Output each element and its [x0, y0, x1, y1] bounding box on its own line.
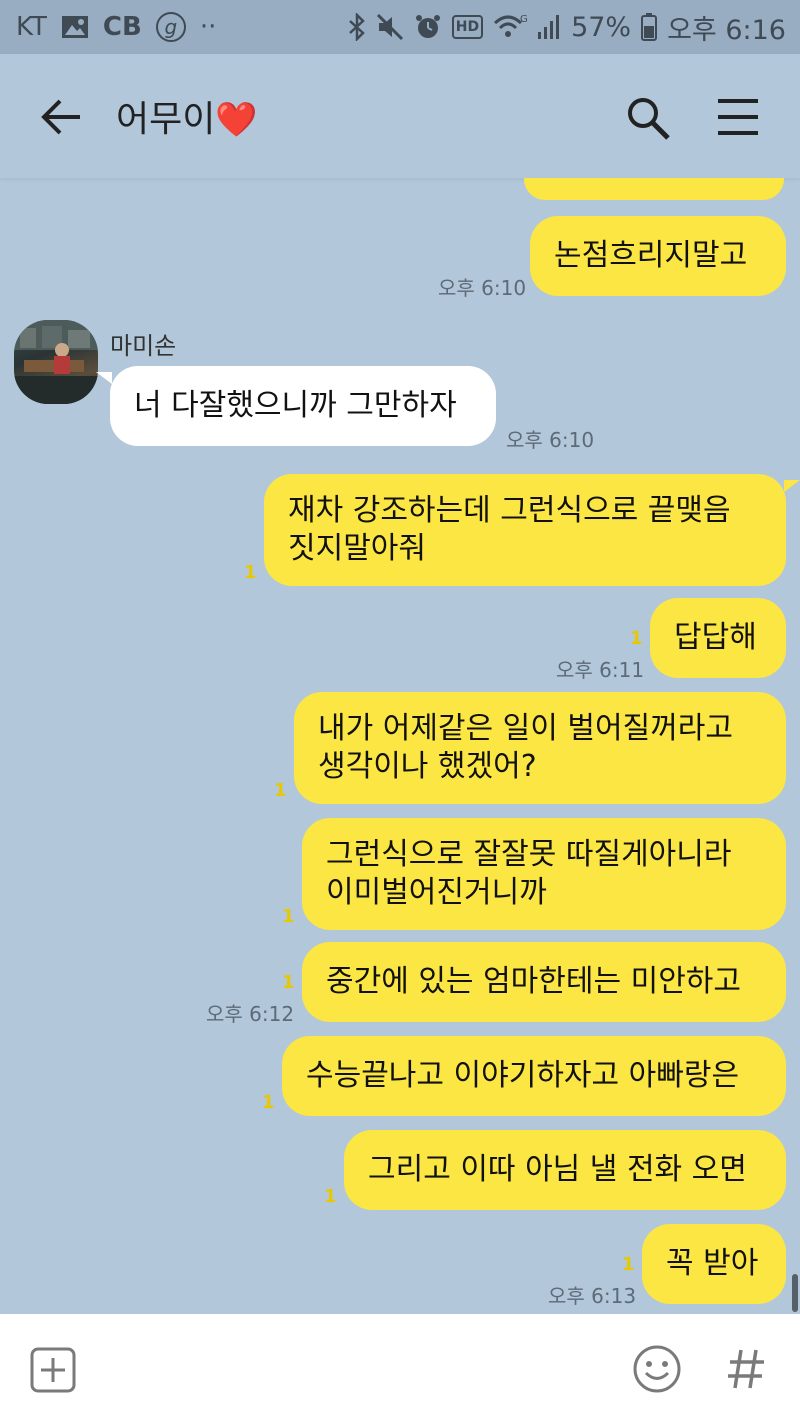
message-text: 꼭 받아 [666, 1246, 759, 1281]
menu-button[interactable] [714, 96, 762, 138]
heart-emoji: ❤️ [215, 100, 258, 140]
clock: 오후 6:16 [667, 14, 786, 46]
message-bubble[interactable]: 너 다잘했으니까 그만하자 [110, 366, 496, 446]
message-text: 너 다잘했으니까 그만하자 [134, 388, 457, 423]
message-bubble[interactable]: 꼭 받아 [642, 1224, 786, 1304]
mute-icon [376, 13, 404, 41]
gallery-icon [61, 15, 89, 39]
message-text: 내가 어제같은 일이 벌어질꺼라고 [318, 711, 734, 746]
hd-badge: HD [451, 15, 484, 39]
unread-count: 1 [630, 628, 643, 649]
status-bar: KT CB g ·· HD G 57% 오후 6:16 [0, 0, 800, 54]
message-bubble[interactable]: 재차 강조하는데 그런식으로 끝맺음 짓지말아줘 [264, 474, 786, 586]
message-bubble[interactable]: 내가 어제같은 일이 벌어질꺼라고 생각이나 했겠어? [294, 692, 786, 804]
search-button[interactable] [624, 94, 672, 142]
unread-count: 1 [244, 562, 257, 583]
carrier-label: KT [16, 12, 47, 42]
message-time: 오후 6:13 [548, 1284, 637, 1308]
back-arrow-icon [41, 99, 80, 135]
message-bubble[interactable]: 답답해 [650, 598, 786, 678]
battery-percent: 57% [571, 11, 632, 43]
message-bubble[interactable]: 중간에 있는 엄마한테는 미안하고 [302, 942, 786, 1022]
bluetooth-icon [348, 13, 366, 41]
wifi-icon: G [493, 13, 527, 41]
unread-count: 1 [622, 1254, 635, 1275]
chat-title: 어무이❤️ [116, 90, 258, 142]
message-text: 답답해 [674, 620, 757, 655]
hamburger-menu-icon [718, 99, 758, 135]
back-button[interactable] [38, 94, 86, 140]
unread-count: 1 [262, 1092, 275, 1113]
chat-header: 어무이❤️ [0, 54, 800, 178]
bubble-tail [784, 480, 800, 492]
bubble-tail [96, 372, 112, 384]
message-text: 수능끝나고 이야기하자고 아빠랑은 [306, 1058, 740, 1093]
more-indicator: ·· [199, 12, 217, 42]
message-bubble[interactable]: 그리고 이따 아님 낼 전화 오면 [344, 1130, 786, 1210]
cb-badge: CB [102, 12, 142, 42]
message-text: 생각이나 했겠어? [318, 749, 537, 784]
message-bubble[interactable]: 그런식으로 잘잘못 따질게아니라 이미벌어진거니까 [302, 818, 786, 930]
message-time: 오후 6:12 [206, 1002, 295, 1026]
g-badge-icon: g [155, 12, 186, 42]
sender-name: 마미손 [110, 332, 177, 360]
message-bubble[interactable]: 논점흐리지말고 [530, 216, 786, 296]
scrollbar-thumb[interactable] [792, 1274, 798, 1312]
message-text: 이미벌어진거니까 [326, 875, 547, 910]
unread-count: 1 [274, 780, 287, 801]
attach-button[interactable] [30, 1347, 76, 1393]
message-text: 그리고 이따 아님 낼 전화 오면 [368, 1152, 747, 1187]
message-text: 재차 강조하는데 그런식으로 끝맺음 [288, 493, 731, 528]
battery-icon [641, 13, 658, 41]
unread-count: 1 [324, 1186, 337, 1207]
signal-icon [537, 14, 561, 40]
message-time: 오후 6:11 [556, 658, 645, 682]
avatar[interactable] [14, 320, 98, 404]
svg-text:G: G [520, 14, 527, 25]
message-text: 그런식으로 잘잘못 따질게아니라 [326, 837, 732, 872]
message-text: 중간에 있는 엄마한테는 미안하고 [326, 964, 742, 999]
message-text: 논점흐리지말고 [554, 238, 748, 273]
plus-icon [30, 1347, 76, 1393]
unread-count: 1 [282, 906, 295, 927]
smiley-icon [633, 1345, 681, 1393]
hashtag-icon [728, 1349, 764, 1389]
message-bubble-partial[interactable] [524, 178, 784, 200]
search-icon [628, 98, 670, 140]
message-time: 오후 6:10 [438, 276, 527, 300]
emoji-button[interactable] [632, 1344, 682, 1394]
profile-photo [14, 320, 98, 404]
alarm-icon [414, 13, 442, 41]
message-input-bar[interactable] [0, 1314, 800, 1422]
message-list[interactable]: 논점흐리지말고 오후 6:10 마미손 너 다잘했으니까 그만하자 오후 6:1… [0, 178, 800, 1314]
message-text: 짓지말아줘 [288, 531, 426, 566]
unread-count: 1 [282, 972, 295, 993]
hashtag-search-button[interactable] [726, 1344, 766, 1394]
message-time: 오후 6:10 [506, 428, 595, 452]
chat-title-text: 어무이 [116, 99, 216, 140]
message-bubble[interactable]: 수능끝나고 이야기하자고 아빠랑은 [282, 1036, 786, 1116]
